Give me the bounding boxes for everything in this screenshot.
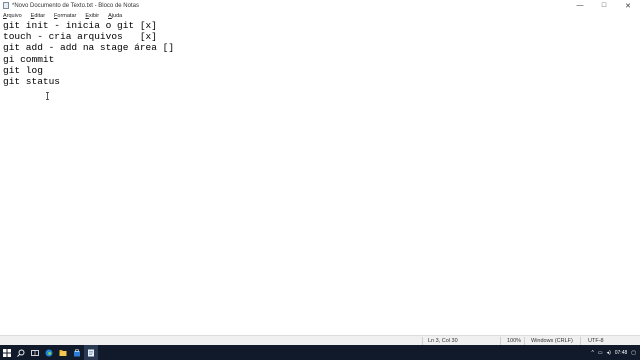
windows-start-icon[interactable]	[0, 345, 14, 360]
status-separator	[500, 337, 501, 345]
menu-editar[interactable]: Editar	[31, 13, 45, 19]
edge-icon[interactable]	[42, 345, 56, 360]
menu-bar: Arquivo Editar Formatar Exibir Ajuda	[0, 11, 640, 20]
status-separator	[422, 337, 423, 345]
chevron-up-icon[interactable]: ^	[591, 350, 593, 356]
maximize-button[interactable]: □	[592, 0, 616, 11]
zoom-level: 100%	[507, 338, 522, 344]
task-view-icon[interactable]	[28, 345, 42, 360]
text-line: touch - cria arquivos [x]	[3, 31, 157, 42]
window-title: *Novo Documento de Texto.txt - Bloco de …	[12, 2, 139, 9]
text-line: git log	[3, 65, 43, 76]
text-line: git init - inicia o git [x]	[3, 20, 157, 31]
volume-icon[interactable]: ◂)	[607, 350, 611, 356]
title-bar[interactable]: *Novo Documento de Texto.txt - Bloco de …	[0, 0, 640, 11]
menu-formatar[interactable]: Formatar	[54, 13, 76, 19]
taskbar: ^ ▭ ◂) 07:48 ▢	[0, 345, 640, 360]
cursor-position: Ln 3, Col 30	[428, 338, 458, 344]
line-ending: Windows (CRLF)	[531, 338, 573, 344]
explorer-icon[interactable]	[56, 345, 70, 360]
text-line: git status	[3, 76, 61, 87]
notepad-app-icon	[3, 2, 9, 9]
system-tray: ^ ▭ ◂) 07:48 ▢	[591, 345, 640, 360]
text-editor-area[interactable]: git init - inicia o git [x] touch - cria…	[0, 20, 640, 333]
minimize-button[interactable]: —	[568, 0, 592, 11]
menu-exibir[interactable]: Exibir	[85, 13, 99, 19]
status-separator	[524, 337, 525, 345]
notification-icon[interactable]: ▢	[631, 350, 636, 356]
clock[interactable]: 07:48	[615, 350, 628, 356]
text-line: gi commit	[3, 54, 55, 65]
close-button[interactable]: ✕	[616, 0, 640, 11]
encoding: UTF-8	[588, 338, 604, 344]
store-icon[interactable]	[70, 345, 84, 360]
notepad-icon[interactable]	[84, 345, 98, 360]
menu-ajuda[interactable]: Ajuda	[108, 13, 122, 19]
network-icon[interactable]: ▭	[598, 350, 603, 356]
menu-arquivo[interactable]: Arquivo	[3, 13, 22, 19]
text-cursor-icon	[46, 92, 49, 100]
text-line: git add - add na stage área []	[3, 42, 175, 53]
status-separator	[580, 337, 581, 345]
window-controls: — □ ✕	[568, 0, 640, 11]
search-icon[interactable]	[14, 345, 28, 360]
